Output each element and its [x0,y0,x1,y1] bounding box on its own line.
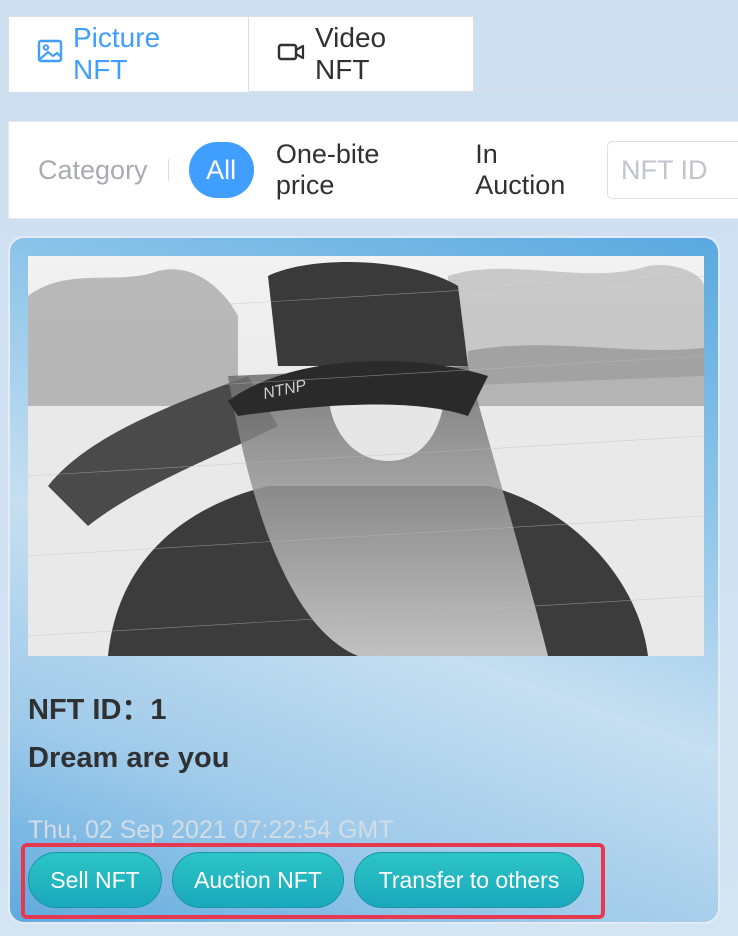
video-camera-icon [277,38,305,70]
nft-image[interactable]: NTNP [28,256,704,656]
tab-divider [474,90,738,91]
tab-video-nft-label: Video NFT [315,22,387,85]
nft-timestamp: Thu, 02 Sep 2021 07:22:54 GMT [28,816,394,844]
category-filter-bar: Category All One-bite price In Auction [8,121,738,219]
nft-type-tabs: Picture NFT Video NFT [8,16,474,92]
nft-title: Dream are you [28,742,230,774]
transfer-to-others-button[interactable]: Transfer to others [354,852,584,908]
tab-video-nft[interactable]: Video NFT [249,16,474,92]
filter-option-in-auction[interactable]: In Auction [475,139,586,201]
tab-picture-nft-label: Picture NFT [73,22,161,85]
image-icon [37,38,63,71]
nft-card: NTNP NFT ID：1 Dream are you Thu, 02 Sep … [8,236,720,924]
nft-id-search-input[interactable] [607,141,738,199]
nft-id-label: NFT ID：1 [28,694,167,726]
category-separator [167,159,169,181]
tab-picture-nft[interactable]: Picture NFT [8,16,249,92]
sell-nft-button[interactable]: Sell NFT [28,852,162,908]
filter-option-one-bite-price[interactable]: One-bite price [276,139,434,201]
category-label: Category [38,154,148,185]
filter-option-all[interactable]: All [188,142,254,198]
auction-nft-button[interactable]: Auction NFT [172,852,344,908]
